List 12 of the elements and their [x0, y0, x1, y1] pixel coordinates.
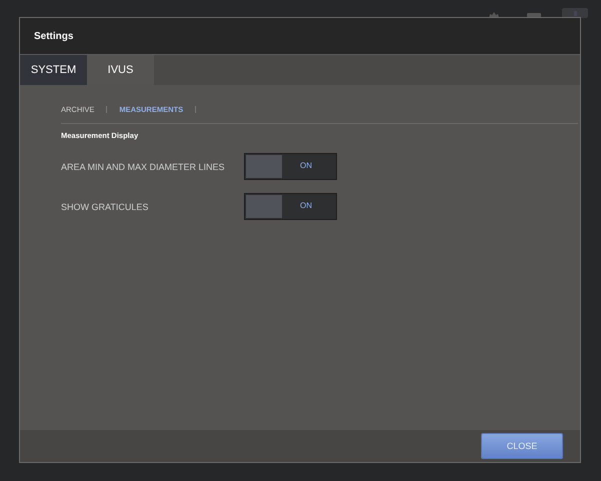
window-icon[interactable] — [562, 8, 588, 18]
dialog-title: Settings — [34, 30, 74, 42]
toggle-switch[interactable]: ON — [244, 153, 337, 180]
toggle-thumb[interactable] — [246, 155, 282, 178]
toggle-switch[interactable]: ON — [244, 193, 337, 220]
toggle-state: ON — [300, 201, 312, 210]
tab[interactable]: SYSTEM — [20, 55, 87, 85]
tab[interactable]: IVUS — [87, 55, 154, 85]
setting-label: SHOW GRATICULES — [61, 202, 150, 212]
toggle-state: ON — [300, 161, 312, 170]
toggle-thumb[interactable] — [246, 195, 282, 218]
setting-label: AREA MIN AND MAX DIAMETER LINES — [61, 162, 226, 172]
